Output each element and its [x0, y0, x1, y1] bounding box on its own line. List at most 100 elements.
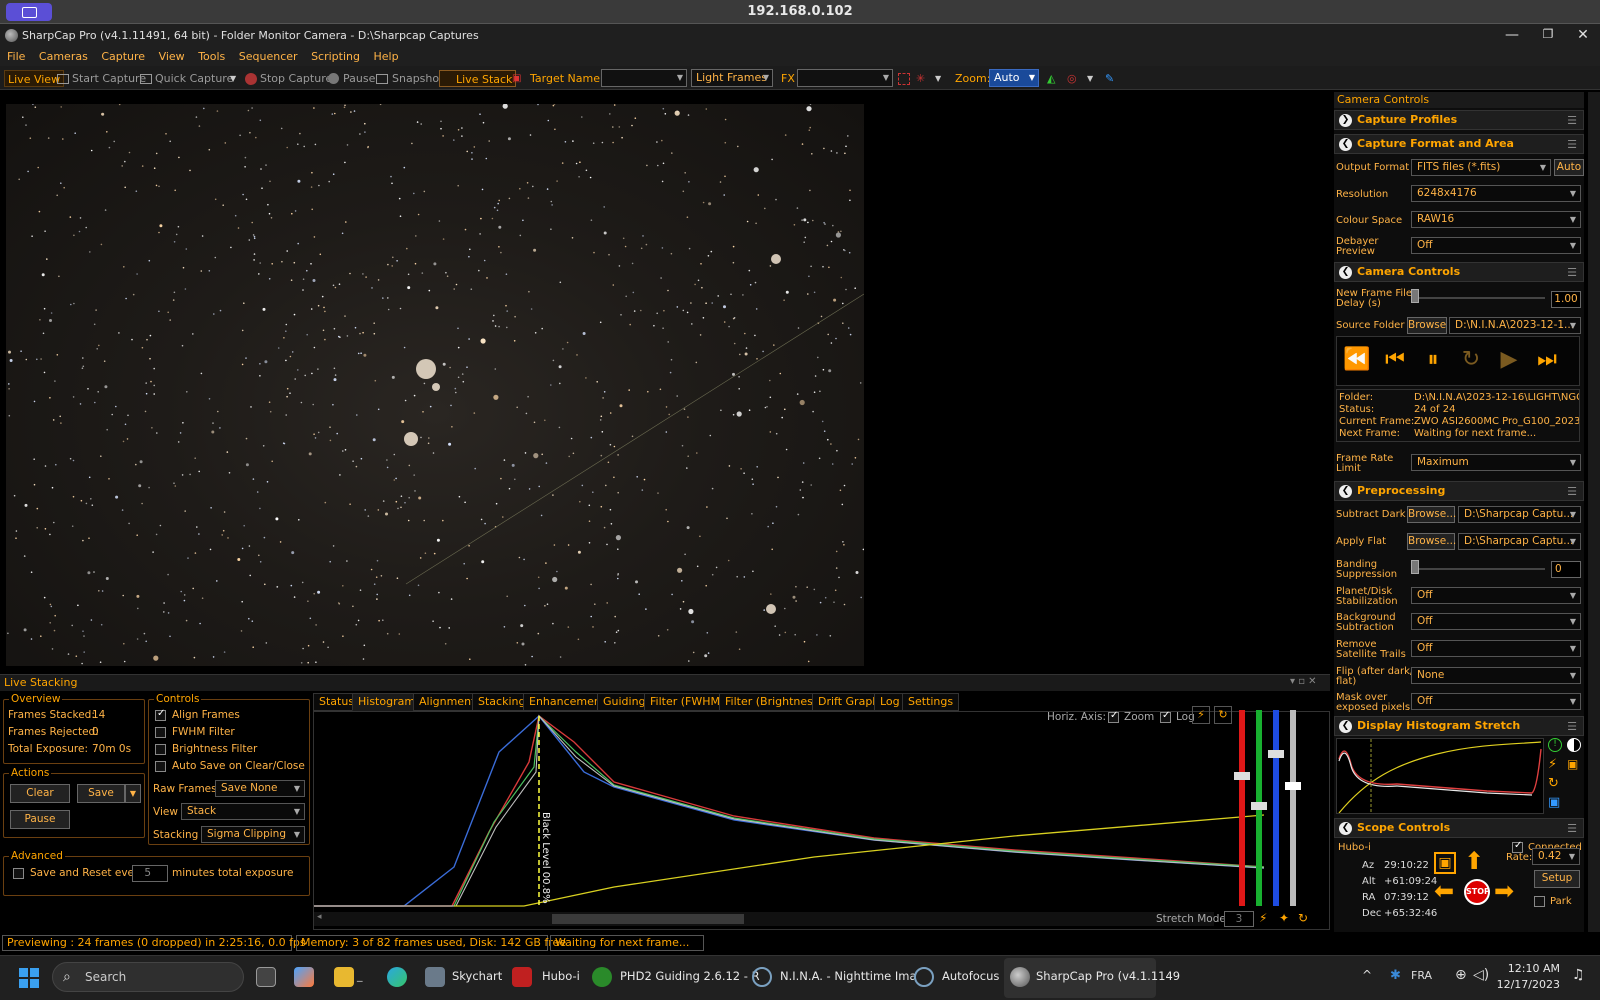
taskbar-phd2[interactable]: PHD2 Guiding 2.6.12 - R [620, 969, 760, 983]
stretch-mode-stepper[interactable]: 3 [1224, 911, 1254, 927]
crosshair-icon[interactable]: ✳ [916, 70, 925, 87]
file-explorer-icon[interactable] [334, 967, 354, 987]
scope-controls-header[interactable]: ❮ Scope Controls ☰ [1334, 818, 1584, 838]
save-reset-checkbox[interactable] [13, 868, 24, 879]
chevron-down-icon[interactable]: ▼ [1087, 70, 1093, 87]
play-icon[interactable]: ▶ [1493, 342, 1525, 378]
display-histogram-header[interactable]: ❮ Display Histogram Stretch ☰ [1334, 716, 1584, 736]
zoom-select[interactable]: Auto ▼ [989, 69, 1039, 87]
edge-icon[interactable] [387, 967, 407, 987]
chevron-up-icon[interactable]: ^ [1362, 968, 1372, 982]
raw-frames-select[interactable]: Save None ▼ [215, 780, 305, 797]
target-name-select[interactable]: ▼ [601, 69, 687, 87]
blue-level-handle[interactable] [1268, 750, 1284, 758]
resolution-select[interactable]: 6248x4176 ▼ [1411, 185, 1581, 202]
browse-flat-button[interactable]: Browse... [1407, 533, 1456, 550]
taskbar-skychart[interactable]: Skychart [452, 969, 502, 983]
red-level-handle[interactable] [1234, 772, 1250, 780]
power-icon[interactable]: ! [1548, 738, 1562, 752]
delay-value[interactable]: 1.00 [1551, 291, 1581, 308]
target-icon[interactable]: ◎ [1067, 70, 1077, 87]
panel-window-controls[interactable]: ▾ ▫ ✕ [1290, 676, 1317, 687]
arrow-up-icon[interactable]: ⬆ [1464, 849, 1484, 873]
task-view-icon[interactable] [256, 967, 276, 987]
frame-type-select[interactable]: Light Frames ▼ [691, 69, 773, 87]
pause-icon[interactable]: ⏸ [1417, 342, 1449, 378]
menu-sequencer[interactable]: Sequencer [239, 48, 298, 66]
park-checkbox[interactable] [1534, 896, 1545, 907]
taskbar-sharpcap[interactable]: SharpCap Pro (v4.1.1149 [1036, 969, 1180, 983]
pause-button[interactable]: Pause [343, 70, 375, 87]
previous-icon[interactable]: ⏮ [1379, 342, 1411, 378]
language-indicator[interactable]: FRA [1411, 969, 1432, 982]
windows-start-icon[interactable] [19, 968, 39, 988]
taskbar-nina[interactable]: N.I.N.A. - Nighttime Ima [780, 969, 917, 983]
hamburger-icon[interactable]: ☰ [1567, 264, 1577, 282]
taskbar-search[interactable]: ⌕ Search [52, 962, 244, 992]
minimize-button[interactable]: — [1497, 27, 1527, 43]
live-view-button[interactable]: Live View [4, 70, 65, 87]
arrow-left-icon[interactable]: ⬅ [1434, 879, 1454, 903]
colour-space-select[interactable]: RAW16 ▼ [1411, 211, 1581, 228]
goto-icon[interactable]: ▣ [1434, 852, 1456, 874]
frame-rate-select[interactable]: Maximum ▼ [1411, 454, 1581, 471]
volume-icon[interactable]: ◁) [1473, 967, 1489, 983]
stop-capture-button[interactable]: Stop Capture [260, 70, 332, 87]
clear-button[interactable]: Clear [10, 784, 70, 803]
hamburger-icon[interactable]: ☰ [1567, 820, 1577, 838]
clock-date[interactable]: 12/17/2023 [1490, 978, 1560, 991]
setup-button[interactable]: Setup [1534, 870, 1580, 888]
notification-icon[interactable]: ♫ [1572, 967, 1585, 983]
histogram-scrollbar[interactable]: ◂ [314, 912, 1214, 926]
fwhm-filter-checkbox[interactable] [155, 727, 166, 738]
zoom-checkbox[interactable] [1108, 710, 1119, 723]
network-icon[interactable]: ⊕ [1455, 967, 1467, 983]
satellite-select[interactable]: Off ▼ [1411, 640, 1581, 657]
taskbar-autofocus[interactable]: Autofocus [942, 969, 999, 983]
autofocus-icon[interactable] [914, 967, 934, 987]
source-folder-select[interactable]: D:\N.I.N.A\2023-12-1... ▼ [1449, 317, 1581, 334]
skychart-icon[interactable] [425, 967, 445, 987]
menu-tools[interactable]: Tools [198, 48, 225, 66]
hamburger-icon[interactable]: ☰ [1567, 136, 1577, 154]
save-icon[interactable]: ▣ [1548, 795, 1560, 810]
menu-capture[interactable]: Capture [101, 48, 145, 66]
sparkle-icon[interactable]: ✦ [1279, 911, 1289, 925]
tab-filter-fwhm[interactable]: Filter (FWHM) [644, 693, 731, 711]
browse-dark-button[interactable]: Browse... [1407, 506, 1456, 523]
align-frames-checkbox[interactable] [155, 708, 166, 721]
snapshot-button[interactable]: Snapshot [392, 70, 443, 87]
stop-button[interactable]: STOP [1464, 879, 1490, 905]
live-stack-button[interactable]: Live Stack [439, 70, 517, 87]
taskbar-hubo[interactable]: Hubo-i [542, 969, 580, 983]
quick-capture-button[interactable]: Quick Capture [155, 70, 233, 87]
browse-source-button[interactable]: Browse [1407, 317, 1447, 334]
lightning-icon[interactable]: ⚡ [1259, 911, 1267, 925]
capture-profiles-header[interactable]: ❯ Capture Profiles ☰ [1334, 110, 1584, 130]
debayer-select[interactable]: Off ▼ [1411, 237, 1581, 254]
minutes-stepper[interactable]: 5 [132, 865, 168, 882]
rewind-icon[interactable]: ⏪ [1341, 342, 1373, 378]
lightning-icon[interactable]: ⚡ [1548, 757, 1557, 772]
tab-settings[interactable]: Settings [902, 693, 960, 711]
histogram-icon[interactable]: ◭ [1047, 70, 1055, 87]
menu-file[interactable]: File [7, 48, 25, 66]
log-checkbox[interactable] [1160, 710, 1171, 723]
view-select[interactable]: Stack ▼ [181, 803, 305, 820]
hamburger-icon[interactable]: ☰ [1567, 112, 1577, 130]
green-level-slider[interactable] [1251, 710, 1267, 906]
chevron-down-icon[interactable]: ▼ [230, 70, 236, 87]
menu-cameras[interactable]: Cameras [39, 48, 88, 66]
red-level-slider[interactable] [1234, 710, 1250, 906]
banding-value[interactable]: 0 [1551, 561, 1581, 578]
planet-select[interactable]: Off ▼ [1411, 587, 1581, 604]
preprocessing-header[interactable]: ❮ Preprocessing ☰ [1334, 481, 1584, 501]
output-format-select[interactable]: FITS files (*.fits) ▼ [1411, 159, 1551, 176]
lum-level-slider[interactable] [1285, 710, 1301, 906]
tab-histogram[interactable]: Histogram [352, 693, 422, 711]
arrow-right-icon[interactable]: ➡ [1494, 879, 1514, 903]
banding-slider[interactable] [1411, 560, 1419, 574]
fx-select[interactable]: ▼ [797, 69, 893, 87]
stack-histogram-chart[interactable]: Black Level 00.8% [314, 712, 1264, 912]
flat-path-select[interactable]: D:\Sharpcap Captu... ▼ [1458, 533, 1581, 550]
